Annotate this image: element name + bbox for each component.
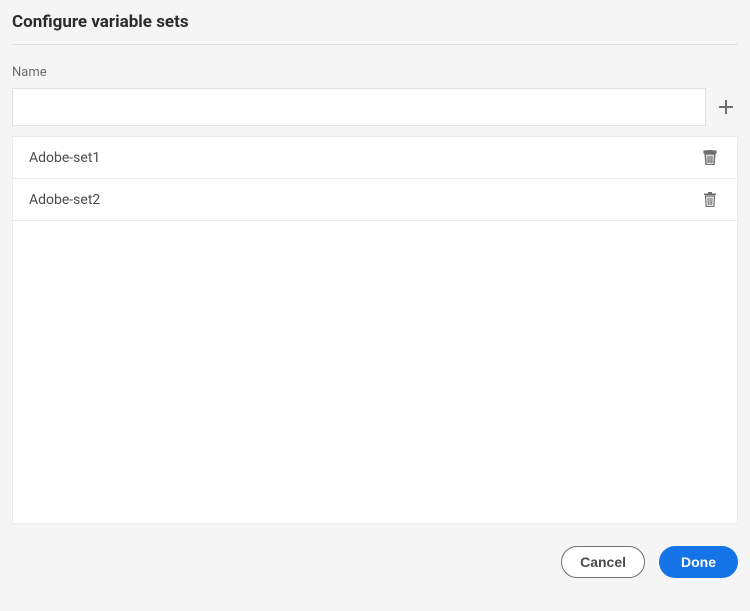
delete-button[interactable] — [699, 188, 721, 211]
dialog-footer: Cancel Done — [0, 524, 750, 590]
add-button[interactable] — [714, 95, 738, 119]
cancel-button[interactable]: Cancel — [561, 546, 645, 578]
done-button[interactable]: Done — [659, 546, 738, 578]
delete-button[interactable] — [699, 146, 721, 169]
name-label: Name — [12, 65, 738, 80]
input-row — [12, 88, 738, 126]
dialog-title: Configure variable sets — [12, 12, 738, 32]
list-item-label: Adobe-set2 — [29, 192, 100, 208]
plus-icon — [719, 100, 733, 114]
list-item-label: Adobe-set1 — [29, 150, 100, 166]
list-item[interactable]: Adobe-set2 — [13, 179, 737, 221]
trash-icon — [703, 192, 717, 207]
trash-icon — [703, 150, 717, 165]
variable-set-list: Adobe-set1 Adobe-set2 — [12, 136, 738, 524]
list-item[interactable]: Adobe-set1 — [13, 137, 737, 179]
divider — [12, 44, 738, 45]
name-input[interactable] — [12, 88, 706, 126]
